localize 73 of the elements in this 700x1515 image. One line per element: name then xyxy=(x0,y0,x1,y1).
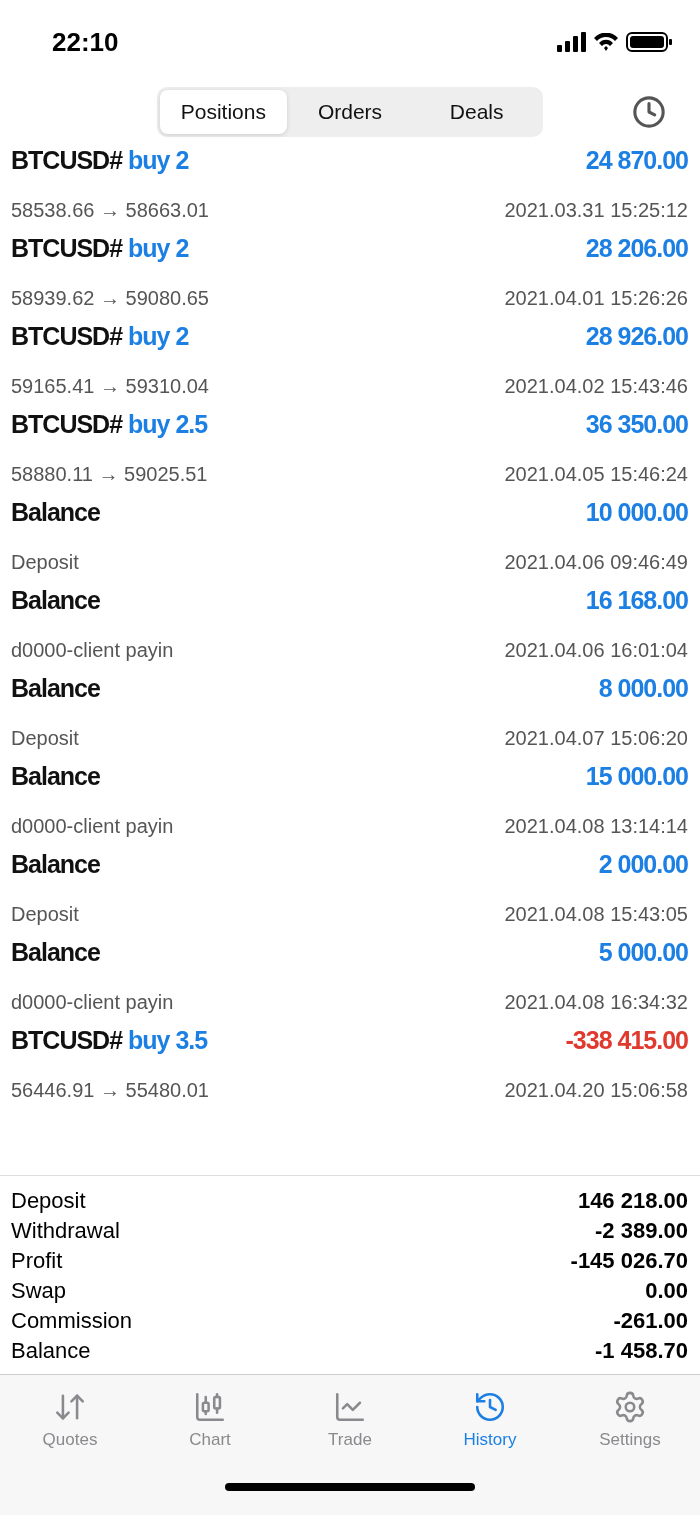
deal-time: 2021.04.06 09:46:49 xyxy=(504,551,688,574)
summary-label: Withdrawal xyxy=(11,1218,120,1244)
segment-tab[interactable]: Deals xyxy=(413,90,540,134)
deal-detail: 56446.91 → 55480.01 xyxy=(11,1079,209,1102)
line-chart-icon xyxy=(333,1390,367,1424)
deal-amount: 36 350.00 xyxy=(585,410,688,439)
wifi-icon xyxy=(594,33,618,51)
summary-label: Balance xyxy=(11,1338,91,1364)
deal-title: Balance xyxy=(11,674,100,703)
deal-amount: 2 000.00 xyxy=(598,850,688,879)
summary-label: Commission xyxy=(11,1308,133,1334)
deal-time: 2021.04.05 15:46:24 xyxy=(504,463,688,486)
clock-icon[interactable] xyxy=(632,95,666,129)
candlestick-icon xyxy=(193,1390,227,1424)
deal-detail: d0000-client payin xyxy=(11,639,174,662)
deal-detail: 58939.62 → 59080.65 xyxy=(11,287,209,310)
summary-value: 146 218.00 xyxy=(577,1188,688,1214)
deal-time: 2021.04.08 13:14:14 xyxy=(504,815,688,838)
deal-detail: Deposit xyxy=(11,551,79,574)
deal-amount: 28 926.00 xyxy=(585,322,688,351)
deal-title: BTCUSD# buy 3.5 xyxy=(11,1026,208,1055)
summary-value: 0.00 xyxy=(645,1278,688,1304)
deal-amount: -338 415.00 xyxy=(565,1026,688,1055)
deal-detail: d0000-client payin xyxy=(11,991,174,1014)
deal-amount: 15 000.00 xyxy=(585,762,688,791)
settings-icon xyxy=(613,1390,647,1424)
signal-icon xyxy=(557,32,586,52)
deal-time: 2021.04.07 15:06:20 xyxy=(504,727,688,750)
battery-icon xyxy=(626,32,672,52)
tab-bar-item[interactable]: History xyxy=(420,1389,560,1451)
deal-detail: 58880.11 → 59025.51 xyxy=(11,463,208,486)
summary-value: -2 389.00 xyxy=(595,1218,688,1244)
summary-value: -1 458.70 xyxy=(595,1338,688,1364)
deal-amount: 28 206.00 xyxy=(585,234,688,263)
deal-amount: 10 000.00 xyxy=(585,498,688,527)
deal-time: 2021.04.08 15:43:05 xyxy=(504,903,688,926)
deal-time: 2021.04.08 16:34:32 xyxy=(504,991,688,1014)
deal-title: Balance xyxy=(11,498,100,527)
deal-amount: 5 000.00 xyxy=(598,938,688,967)
summary-value: -261.00 xyxy=(613,1308,688,1334)
deal-title: BTCUSD# buy 2 xyxy=(11,234,189,263)
tab-bar-item[interactable]: Quotes xyxy=(0,1389,140,1451)
deal-detail: 59165.41 → 59310.04 xyxy=(11,375,209,398)
summary-value: -145 026.70 xyxy=(570,1248,688,1274)
deal-title: Balance xyxy=(11,586,100,615)
deal-title: BTCUSD# buy 2 xyxy=(11,322,189,351)
summary-label: Profit xyxy=(11,1248,63,1274)
deal-amount: 24 870.00 xyxy=(585,146,688,175)
deal-detail: Deposit xyxy=(11,903,79,926)
deal-title: BTCUSD# buy 2 xyxy=(11,146,189,175)
deal-detail: Deposit xyxy=(11,727,79,750)
summary-label: Swap xyxy=(11,1278,67,1304)
tab-bar-item[interactable]: Chart xyxy=(140,1389,280,1451)
deal-title: Balance xyxy=(11,850,100,879)
deal-detail: d0000-client payin xyxy=(11,815,174,838)
deal-amount: 8 000.00 xyxy=(598,674,688,703)
tab-bar-item[interactable]: Trade xyxy=(280,1389,420,1451)
status-time: 22:10 xyxy=(52,26,119,58)
deal-amount: 16 168.00 xyxy=(585,586,688,615)
deal-title: BTCUSD# buy 2.5 xyxy=(11,410,208,439)
segment-tab[interactable]: Orders xyxy=(286,90,414,134)
deal-time: 2021.04.01 15:26:26 xyxy=(504,287,688,310)
deal-time: 2021.04.20 15:06:58 xyxy=(504,1079,688,1102)
deal-time: 2021.03.31 15:25:12 xyxy=(504,199,688,222)
deal-time: 2021.04.06 16:01:04 xyxy=(504,639,688,662)
segment-tab[interactable]: Positions xyxy=(160,90,287,134)
tab-bar-item[interactable]: Settings xyxy=(560,1389,700,1451)
deal-title: Balance xyxy=(11,762,100,791)
history-icon xyxy=(473,1390,507,1424)
deal-time: 2021.04.02 15:43:46 xyxy=(504,375,688,398)
deal-title: Balance xyxy=(11,938,100,967)
deal-detail: 58538.66 → 58663.01 xyxy=(11,199,209,222)
summary-label: Deposit xyxy=(11,1188,86,1214)
